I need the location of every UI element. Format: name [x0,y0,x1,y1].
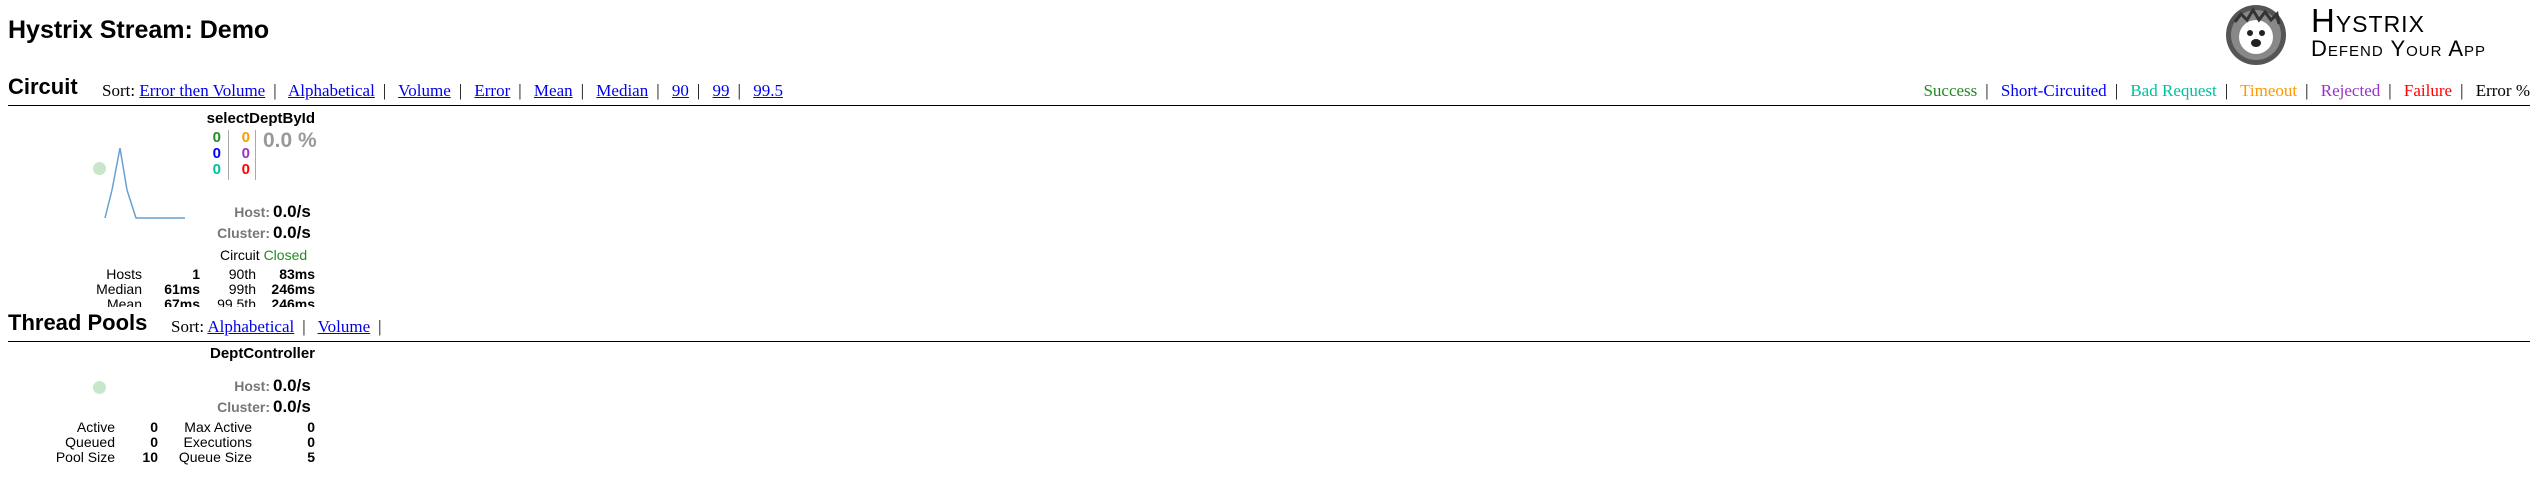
sort-99-5-link[interactable]: 99.5 [753,81,783,100]
circuit-section-header: Circuit Sort: Error then Volume | Alphabe… [8,73,2530,106]
page-title: Hystrix Stream: Demo [8,16,270,44]
error-percentage: 0.0 % [263,129,317,152]
max-active-label: Max Active [184,419,252,435]
host-rate-value: 0.0/s [273,202,311,221]
p99-value: 246ms [271,281,315,297]
queue-size-label: Queue Size [178,449,252,465]
sort-99-link[interactable]: 99 [713,81,730,100]
legend-success: Success [1923,81,1978,100]
queue-size-value: 5 [307,449,315,465]
p995-value: 246ms [271,296,315,308]
pool-size-value: 10 [142,449,158,465]
sort-alphabetical-link[interactable]: Alphabetical [288,81,375,100]
thread-cluster-rate-value: 0.0/s [273,397,311,416]
queued-label: Queued [65,434,115,450]
thread-sort-label: Sort: [171,317,205,336]
median-value: 61ms [164,281,200,297]
circuit-section-title: Circuit [8,74,78,99]
median-label: Median [96,281,142,297]
hystrix-logo: Hystrix Defend Your App [2225,2,2535,65]
active-label: Active [76,419,115,435]
sort-volume-link[interactable]: Volume [398,81,451,100]
thread-host-rate-value: 0.0/s [273,376,311,395]
count-timeout: 0 [241,129,250,146]
thread-pool-name: DeptController [210,345,315,362]
thread-cluster-rate-label: Cluster: [217,399,270,415]
max-active-value: 0 [307,419,315,435]
thread-host-rate-label: Host: [234,378,270,394]
hosts-value: 1 [192,267,200,282]
sort-label: Sort: [102,81,136,100]
sort-error-link[interactable]: Error [474,81,510,100]
host-rate-label: Host: [234,204,270,220]
mean-label: Mean [106,296,142,308]
p995-label: 99.5th [217,296,256,308]
legend-failure: Failure [2403,81,2453,100]
count-bad-request: 0 [212,161,221,178]
executions-value: 0 [307,434,315,450]
circuit-sort-bar: Sort: Error then Volume | Alphabetical | V… [102,81,783,100]
pool-size-label: Pool Size [55,449,115,465]
sort-90-link[interactable]: 90 [672,81,689,100]
sort-mean-link[interactable]: Mean [534,81,573,100]
circuit-latency-stats: Hosts Median Mean 1 61ms 67ms 90th 99th … [40,267,320,307]
legend-rejected: Rejected [2320,81,2381,100]
count-success: 0 [212,129,221,146]
count-failure: 0 [241,161,250,178]
p90-label: 90th [228,267,256,282]
active-value: 0 [150,419,158,435]
p99-label: 99th [228,281,256,297]
hosts-label: Hosts [106,267,142,282]
sort-error-then-volume-link[interactable]: Error then Volume [139,81,265,100]
circuit-status-label: Circuit [220,247,260,263]
circuit-status: Circuit Closed [220,248,307,263]
count-short-circuited: 0 [212,145,221,162]
cluster-rate-label: Cluster: [217,225,270,241]
thread-sort-alphabetical-link[interactable]: Alphabetical [207,317,294,336]
status-legend: Success | Short-Circuited | Bad Request | T… [1923,81,2530,100]
legend-bad-request: Bad Request [2130,81,2217,100]
thread-sort-volume-link[interactable]: Volume [318,317,371,336]
logo-tagline: Defend Your App [2311,36,2487,61]
p90-value: 83ms [279,267,315,282]
thread-pools-section-header: Thread Pools Sort: Alphabetical | Volume | [8,309,2530,342]
thread-pools-sort-bar: Sort: Alphabetical | Volume | [171,317,382,336]
count-rejected: 0 [241,145,250,162]
legend-timeout: Timeout [2240,81,2298,100]
mean-value: 67ms [164,296,200,308]
logo-title: Hystrix [2311,2,2425,39]
thread-pool-health-indicator [93,381,106,394]
executions-label: Executions [183,434,252,450]
cluster-rate-value: 0.0/s [273,223,311,242]
thread-pools-section-title: Thread Pools [8,310,148,335]
queued-value: 0 [150,434,158,450]
sort-median-link[interactable]: Median [596,81,648,100]
porcupine-logo-icon [2226,5,2286,65]
counts-divider-2 [255,130,256,180]
circuit-name: selectDeptById [206,110,315,127]
legend-error-pct: Error % [2475,81,2530,100]
legend-short-circuited: Short-Circuited [2000,81,2107,100]
circuit-status-value: Closed [263,247,308,263]
